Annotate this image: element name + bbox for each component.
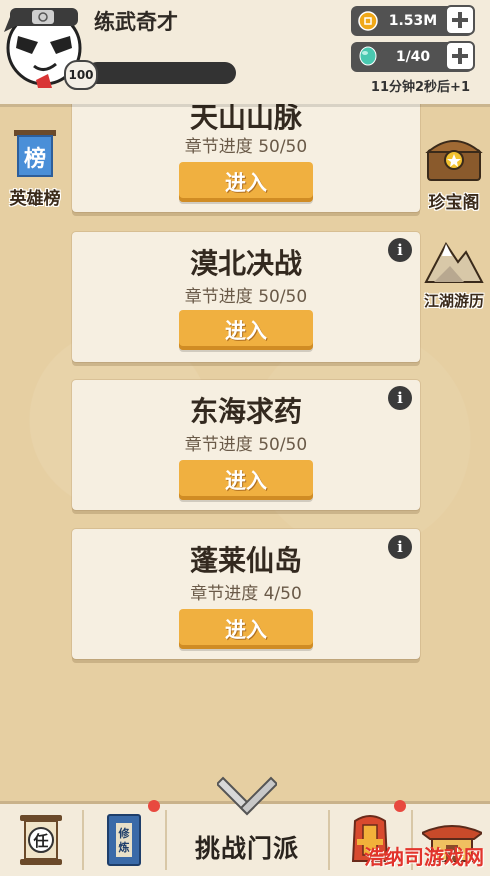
svg-text:榜: 榜	[24, 146, 46, 172]
chapter-progress: 章节进度 4/50	[190, 584, 302, 604]
treasure-pavilion-button[interactable]: 珍宝阁	[418, 130, 490, 213]
coin-counter: 1.53M	[351, 5, 475, 36]
chapter-progress: 章节进度 50/50	[184, 287, 308, 307]
level-badge: 100	[64, 60, 98, 90]
hero-ranking-button[interactable]: 榜 英雄榜	[2, 128, 68, 209]
task-scroll-icon: 任	[20, 815, 62, 865]
chapter-card: i 东海求药 章节进度 50/50 进入	[72, 380, 420, 510]
chapter-title: 东海求药	[189, 395, 302, 428]
enter-button[interactable]: 进入	[179, 460, 313, 500]
journey-button[interactable]: 江湖游历	[418, 232, 490, 311]
plus-icon	[452, 48, 468, 64]
notification-dot	[148, 800, 160, 812]
svg-text:炼: 炼	[119, 840, 130, 854]
chapter-card: 天山山脉 章节进度 50/50 进入	[72, 96, 420, 212]
treasure-pavilion-label: 珍宝阁	[428, 193, 480, 213]
top-bar: 练武奇才 100 1.53M 1/40 11分钟2秒后+1	[0, 0, 490, 104]
journey-label: 江湖游历	[423, 292, 484, 310]
enter-button[interactable]: 进入	[179, 310, 313, 350]
chapter-card: i 漠北决战 章节进度 50/50 进入	[72, 232, 420, 362]
chapter-title: 蓬莱仙岛	[189, 544, 302, 577]
stamina-timer: 11分钟2秒后+1	[370, 80, 470, 95]
challenge-sect-label: 挑战门派	[194, 834, 299, 863]
enter-button[interactable]: 进入	[179, 162, 313, 202]
nav-challenge-sect[interactable]: 挑战门派	[167, 776, 327, 876]
nav-training[interactable]: 修 炼	[84, 800, 164, 876]
training-book-icon: 修 炼	[107, 814, 141, 866]
hero-ranking-label: 英雄榜	[9, 189, 61, 209]
coin-icon	[355, 8, 381, 34]
treasure-chest-icon	[425, 140, 483, 181]
chapter-progress: 章节进度 50/50	[184, 435, 308, 455]
plus-icon	[452, 12, 468, 28]
stamina-counter: 1/40	[351, 41, 475, 72]
enter-button[interactable]: 进入	[179, 609, 313, 649]
chapter-progress: 章节进度 50/50	[184, 137, 308, 157]
chapter-title: 漠北决战	[189, 247, 302, 280]
chapter-card: i 蓬莱仙岛 章节进度 4/50 进入	[72, 529, 420, 659]
gem-icon	[355, 44, 381, 70]
notification-dot	[394, 800, 406, 812]
add-coins-button[interactable]	[445, 5, 475, 35]
crossed-swords-icon	[217, 776, 277, 816]
ranking-banner-icon: 榜	[14, 130, 56, 177]
nav-tasks[interactable]: 任	[0, 804, 82, 876]
svg-text:修: 修	[118, 826, 131, 840]
player-name: 练武奇才	[94, 10, 178, 34]
mountain-icon	[424, 242, 484, 283]
add-stamina-button[interactable]	[445, 41, 475, 71]
experience-bar	[86, 62, 236, 84]
watermark: 浩纳司游戏网	[364, 845, 484, 869]
svg-text:任: 任	[32, 832, 48, 850]
